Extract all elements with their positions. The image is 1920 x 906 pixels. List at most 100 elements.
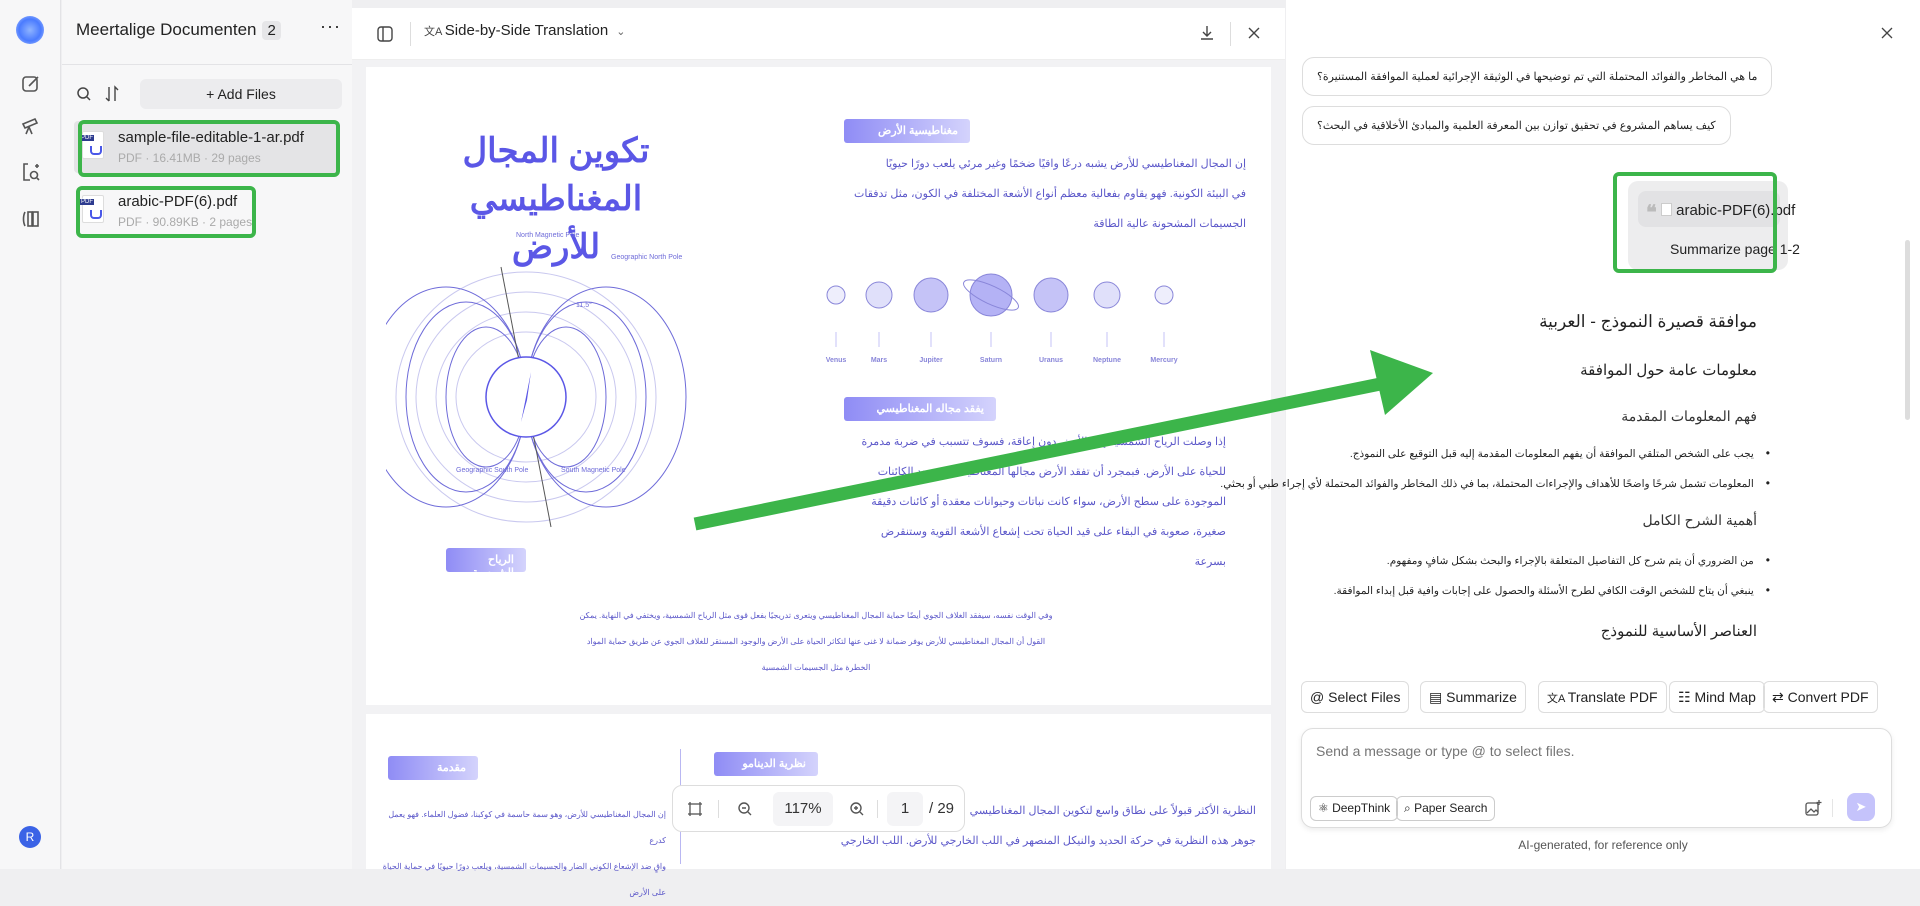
search-icon[interactable] bbox=[76, 86, 92, 102]
suggested-question[interactable]: كيف يساهم المشروع في تحقيق توازن بين الم… bbox=[1302, 106, 1731, 145]
chevron-down-icon: ⌄ bbox=[616, 26, 626, 38]
answer-bullet: من الضروري أن يتم شرح كل التفاصيل المتعل… bbox=[1387, 553, 1770, 567]
button-label: Select Files bbox=[1328, 689, 1401, 705]
telescope-icon[interactable] bbox=[19, 114, 43, 138]
file-count-badge: 2 bbox=[262, 21, 281, 40]
text-line: الخطرة مثل الجسيمات الشمسية bbox=[761, 663, 871, 672]
answer-heading: موافقة قصيرة النموذج - العربية bbox=[1539, 312, 1757, 331]
text-line: إذا وصلت الرياح الشمسية إلى الأرض دون إع… bbox=[861, 436, 1226, 448]
page-total: / 29 bbox=[929, 800, 955, 817]
more-options-button[interactable]: ··· bbox=[320, 16, 341, 37]
atom-icon: ⚛ bbox=[1318, 801, 1333, 815]
divider bbox=[877, 800, 878, 818]
section-text: وفي الوقت نفسه، سيفقد الغلاف الجوي أيضًا… bbox=[416, 603, 1216, 681]
button-label: Summarize bbox=[1446, 689, 1517, 705]
download-icon[interactable] bbox=[1198, 24, 1216, 42]
mode-label: Side-by-Side Translation bbox=[444, 22, 609, 39]
scrollbar[interactable] bbox=[1905, 240, 1910, 420]
chat-panel: ما هي المخاطر والفوائد المحتملة التي تم … bbox=[1220, 0, 1920, 869]
app-logo[interactable] bbox=[16, 16, 44, 44]
text-line: واقٍ ضد الإشعاع الكوني الضار والجسيمات ا… bbox=[382, 862, 666, 897]
planet-label: Neptune bbox=[1093, 357, 1121, 364]
attached-file-chip[interactable]: ❝ arabic-PDF(6).pdf bbox=[1638, 191, 1795, 227]
message-input[interactable] bbox=[1316, 743, 1876, 759]
pdf-file-icon bbox=[1660, 203, 1672, 216]
paper-search-icon: ⌕ bbox=[1404, 801, 1415, 815]
translate-pdf-button[interactable]: 文A Translate PDF bbox=[1538, 681, 1667, 713]
button-label: Mind Map bbox=[1694, 689, 1756, 705]
file-item[interactable]: arabic-PDF(6).pdf PDF · 90.89KB · 2 page… bbox=[74, 185, 340, 237]
divider bbox=[1832, 799, 1833, 817]
paper-search-toggle[interactable]: ⌕ Paper Search bbox=[1396, 796, 1496, 821]
summarize-button[interactable]: ▤ Summarize bbox=[1420, 681, 1526, 713]
new-chat-icon[interactable] bbox=[19, 72, 43, 96]
viewer-toolbar: 文A Side-by-Side Translation ⌄ bbox=[352, 8, 1285, 60]
divider bbox=[718, 800, 719, 818]
fit-page-icon[interactable] bbox=[687, 801, 703, 817]
suggested-question[interactable]: ما هي المخاطر والفوائد المحتملة التي تم … bbox=[1302, 57, 1773, 96]
text-line: القول أن المجال المغناطيسي للأرض يوفر ضم… bbox=[586, 637, 1046, 646]
file-name: sample-file-editable-1-ar.pdf bbox=[118, 129, 304, 146]
zoom-level[interactable]: 117% bbox=[773, 792, 833, 826]
planet-label: Uranus bbox=[1039, 357, 1063, 364]
close-icon[interactable] bbox=[1246, 25, 1262, 41]
zoom-toolbar: 117% 1 / 29 bbox=[672, 785, 965, 832]
send-button[interactable]: ➤ bbox=[1847, 793, 1875, 821]
summarize-icon: ▤ bbox=[1429, 689, 1447, 705]
planets-row: Venus Mars Jupiter Saturn Uranus Neptune… bbox=[826, 273, 1178, 364]
section-tag: يفقد مجاله المغناطيسي bbox=[844, 397, 996, 421]
answer-bullet: يجب على الشخص المتلقي الموافقة أن يفهم ا… bbox=[1350, 446, 1770, 460]
planet-label: Mars bbox=[871, 357, 887, 364]
planet-label: Venus bbox=[826, 357, 847, 364]
pdf-page: تكوين المجال المغناطيسي للأرض North Magn… bbox=[366, 67, 1271, 705]
disclaimer: AI-generated, for reference only bbox=[1518, 838, 1688, 852]
library-icon[interactable] bbox=[19, 206, 43, 230]
zoom-out-icon[interactable] bbox=[737, 801, 753, 817]
zoom-in-icon[interactable] bbox=[849, 801, 865, 817]
mind-map-button[interactable]: ☷ Mind Map bbox=[1669, 681, 1765, 713]
select-files-button[interactable]: @ Select Files bbox=[1301, 681, 1410, 713]
user-message-text: Summarize page 1-2 bbox=[1670, 241, 1800, 257]
message-composer: ⚛ DeepThink ⌕ Paper Search ➤ bbox=[1301, 728, 1892, 828]
close-icon[interactable] bbox=[1880, 26, 1894, 40]
pdf-viewer: 文A Side-by-Side Translation ⌄ تكوين المجا… bbox=[352, 8, 1285, 897]
pdf-file-icon bbox=[80, 131, 104, 159]
text-line: إن المجال المغناطيسي للأرض، وهو سمة حاسم… bbox=[388, 810, 666, 845]
icon-rail: R bbox=[0, 0, 61, 869]
convert-pdf-button[interactable]: ⇄ Convert PDF bbox=[1763, 681, 1878, 713]
answer-subheading: معلومات عامة حول الموافقة bbox=[1580, 362, 1757, 379]
send-icon: ➤ bbox=[1855, 799, 1867, 814]
sort-icon[interactable] bbox=[104, 85, 120, 103]
answer-subheading: العناصر الأساسية للنموذج bbox=[1600, 623, 1757, 640]
deepthink-toggle[interactable]: ⚛ DeepThink bbox=[1310, 796, 1399, 821]
quote-icon: ❝ bbox=[1646, 202, 1657, 224]
text-line: في البيئة الكونية. فهو يقاوم بفعالية معظ… bbox=[853, 188, 1246, 200]
translate-icon: 文A bbox=[424, 26, 445, 38]
search-document-icon[interactable] bbox=[19, 160, 43, 184]
file-name: arabic-PDF(6).pdf bbox=[118, 193, 238, 210]
page-number-input[interactable]: 1 bbox=[887, 792, 923, 826]
diagram-label: Geographic South Pole bbox=[456, 467, 528, 474]
text-line: صغيرة، صعوبة في البقاء على قيد الحياة تح… bbox=[880, 526, 1226, 538]
avatar[interactable]: R bbox=[19, 826, 41, 848]
button-label: Convert PDF bbox=[1787, 689, 1869, 705]
user-message: ❝ arabic-PDF(6).pdf Summarize page 1-2 bbox=[1628, 181, 1800, 270]
text-line: الجسيمات المشحونة عالية الطاقة bbox=[1093, 218, 1246, 230]
section-text: إن المجال المغناطيسي للأرض يشبه درعًا وا… bbox=[806, 149, 1246, 239]
file-panel: Meertalige Documenten 2 ··· + Add Files s… bbox=[62, 0, 352, 869]
diagram-label: Geographic North Pole bbox=[611, 254, 682, 261]
diagram-label: 11.5° bbox=[576, 301, 592, 309]
add-files-button[interactable]: + Add Files bbox=[140, 79, 342, 109]
translation-mode-dropdown[interactable]: 文A Side-by-Side Translation ⌄ bbox=[424, 22, 625, 39]
section-tag: نظرية الدينامو bbox=[714, 752, 818, 776]
planet-label: Saturn bbox=[980, 357, 1002, 364]
answer-bullet: ينبغي أن يتاح للشخص الوقت الكافي لطرح ال… bbox=[1334, 583, 1770, 597]
button-label: Translate PDF bbox=[1567, 689, 1658, 705]
image-upload-icon[interactable] bbox=[1804, 799, 1822, 817]
section-tag: مغناطيسية الأرض bbox=[844, 119, 970, 143]
answer-subsection: أهمية الشرح الكامل bbox=[1642, 512, 1757, 528]
file-item[interactable]: sample-file-editable-1-ar.pdf PDF · 16.4… bbox=[74, 121, 340, 173]
divider bbox=[410, 22, 411, 46]
attached-file-name: arabic-PDF(6).pdf bbox=[1676, 202, 1796, 219]
sidebar-toggle-icon[interactable] bbox=[376, 25, 394, 43]
